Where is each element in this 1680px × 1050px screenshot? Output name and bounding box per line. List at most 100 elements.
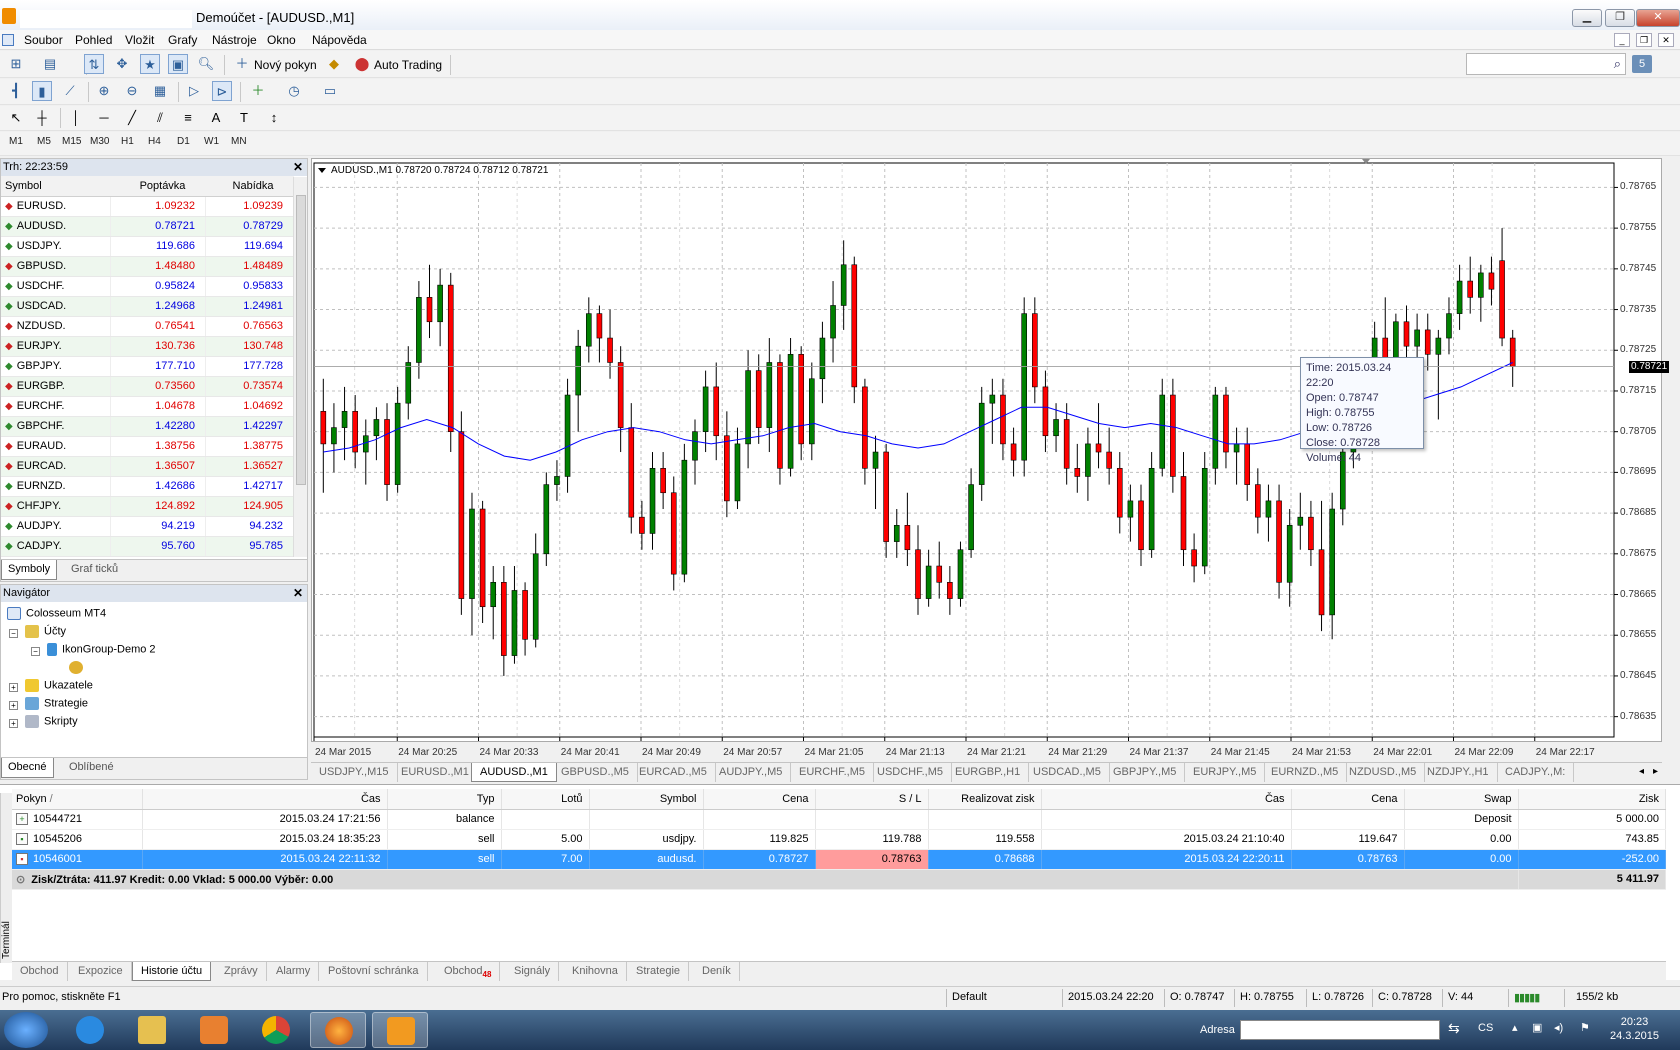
period-m1[interactable]: M1 xyxy=(9,136,23,147)
new-order-button[interactable]: Nový pokyn xyxy=(254,58,317,72)
menu-insert[interactable]: Vložit xyxy=(125,33,154,47)
market-watch-row[interactable]: ◆ EURUSD. 1.09232 1.09239 xyxy=(1,196,295,217)
auto-trading-button[interactable]: Auto Trading xyxy=(374,58,442,72)
col-order[interactable]: Pokyn / xyxy=(12,789,143,810)
tray-up-icon[interactable]: ▴ xyxy=(1512,1021,1518,1034)
col-lots[interactable]: Lotů xyxy=(501,789,590,810)
chart-tab[interactable]: USDCAD.,M5 xyxy=(1025,763,1110,782)
candlestick-chart-icon[interactable]: ▮ xyxy=(32,81,52,101)
market-watch-row[interactable]: ◆ USDCAD. 1.24968 1.24981 xyxy=(1,296,295,317)
chart-tab[interactable]: GBPJPY.,M5 xyxy=(1105,763,1186,782)
col-price[interactable]: Cena xyxy=(703,789,816,810)
col-close-price[interactable]: Cena xyxy=(1291,789,1405,810)
chart-tab[interactable]: EURUSD.,M1 xyxy=(393,763,478,782)
templates-icon[interactable]: ▭ xyxy=(320,81,340,101)
tab-symbols[interactable]: Symboly xyxy=(1,560,58,580)
chart-tab[interactable]: EURGBP.,H1 xyxy=(947,763,1030,782)
bar-chart-icon[interactable]: ┫ xyxy=(6,81,26,101)
period-m30[interactable]: M30 xyxy=(90,136,109,147)
terminal-tab[interactable]: Strategie xyxy=(628,962,690,981)
connection-bars-icon[interactable]: ▮▮▮▮▮ xyxy=(1514,991,1540,1004)
period-h4[interactable]: H4 xyxy=(148,136,161,147)
terminal-tab[interactable]: Zprávy xyxy=(216,962,267,981)
horizontal-line-icon[interactable]: ─ xyxy=(94,108,114,128)
mdi-close-button[interactable]: ✕ xyxy=(1658,33,1674,47)
chart-tab[interactable]: GBPUSD.,M5 xyxy=(553,763,638,782)
col-sl[interactable]: S / L xyxy=(815,789,929,810)
new-chart-icon[interactable]: ⊞ xyxy=(6,54,26,74)
period-d1[interactable]: D1 xyxy=(177,136,190,147)
market-watch-row[interactable]: ◆ EURAUD. 1.38756 1.38775 xyxy=(1,436,295,457)
close-icon[interactable]: ✕ xyxy=(293,586,303,600)
chart-tab[interactable]: NZDUSD.,M5 xyxy=(1341,763,1426,782)
chart-tab[interactable]: EURCHF.,M5 xyxy=(791,763,875,782)
crosshair-icon[interactable]: ┼ xyxy=(32,108,52,128)
menu-charts[interactable]: Grafy xyxy=(168,33,197,47)
taskbar-chrome[interactable] xyxy=(248,1012,304,1048)
search-input[interactable]: ⌕ xyxy=(1466,53,1626,75)
tree-accounts[interactable]: Účty xyxy=(25,625,66,638)
chart-tab[interactable]: USDJPY.,M15 xyxy=(311,763,398,782)
market-watch-row[interactable]: ◆ GBPJPY. 177.710 177.728 xyxy=(1,356,295,377)
tab-favorites[interactable]: Oblíbené xyxy=(63,758,120,778)
market-watch-row[interactable]: ◆ CHFJPY. 124.892 124.905 xyxy=(1,496,295,517)
data-window-icon[interactable]: ✥ xyxy=(112,54,132,74)
market-watch-row[interactable]: ◆ CADJPY. 95.760 95.785 xyxy=(1,536,295,557)
period-m5[interactable]: M5 xyxy=(37,136,51,147)
chart-tab[interactable]: AUDJPY.,M5 xyxy=(711,763,792,782)
tree-scripts[interactable]: Skripty xyxy=(25,715,78,728)
tab-scroll-right-icon[interactable]: ▸ xyxy=(1653,766,1658,777)
new-order-icon[interactable]: ＋ xyxy=(232,54,252,74)
menu-file[interactable]: Soubor xyxy=(24,33,63,47)
terminal-tab[interactable]: Alarmy xyxy=(268,962,320,981)
trendline-icon[interactable]: ╱ xyxy=(122,108,142,128)
market-watch-row[interactable]: ◆ EURCAD. 1.36507 1.36527 xyxy=(1,456,295,477)
chart-shift-icon[interactable]: ⊳ xyxy=(212,81,232,101)
tray-volume-icon[interactable]: ◂) xyxy=(1554,1021,1563,1034)
system-clock[interactable]: 20:23 24.3.2015 xyxy=(1610,1015,1659,1043)
chart-tab[interactable]: EURJPY.,M5 xyxy=(1185,763,1266,782)
metaeditor-icon[interactable]: ◆ xyxy=(324,54,344,74)
market-watch-row[interactable]: ◆ AUDUSD. 0.78721 0.78729 xyxy=(1,216,295,237)
address-input[interactable] xyxy=(1240,1020,1440,1040)
menu-view[interactable]: Pohled xyxy=(75,33,112,47)
text-icon[interactable]: A xyxy=(206,108,226,128)
document-icon[interactable] xyxy=(2,34,14,46)
terminal-tab[interactable]: Deník xyxy=(694,962,740,981)
terminal-tab[interactable]: Poštovní schránka xyxy=(320,962,428,981)
terminal-tab[interactable]: Obchod48 xyxy=(436,962,501,981)
tray-flag-icon[interactable]: ⚑ xyxy=(1580,1021,1590,1034)
terminal-toggle-icon[interactable]: ▣ xyxy=(168,54,188,74)
line-chart-icon[interactable]: ⟋ xyxy=(60,81,80,101)
period-mn[interactable]: MN xyxy=(231,136,247,147)
fibonacci-icon[interactable]: ≡ xyxy=(178,108,198,128)
language-indicator[interactable]: CS xyxy=(1478,1022,1493,1034)
arrows-icon[interactable]: ↕ xyxy=(264,108,284,128)
zoom-in-icon[interactable]: ⊕ xyxy=(94,81,114,101)
chart-menu-icon[interactable] xyxy=(318,167,326,173)
taskbar-firefox[interactable] xyxy=(310,1012,366,1048)
col-close-time[interactable]: Čas xyxy=(1041,789,1292,810)
col-tp[interactable]: Realizovat zisk xyxy=(928,789,1042,810)
market-watch-row[interactable]: ◆ GBPUSD. 1.48480 1.48489 xyxy=(1,256,295,277)
market-watch-row[interactable]: ◆ GBPCHF. 1.42280 1.42297 xyxy=(1,416,295,437)
expand-icon[interactable]: + xyxy=(9,701,18,710)
auto-scroll-icon[interactable]: ▷ xyxy=(184,81,204,101)
period-m15[interactable]: M15 xyxy=(62,136,81,147)
tray-network-icon[interactable]: ▣ xyxy=(1532,1021,1542,1034)
col-symbol[interactable]: Symbol xyxy=(589,789,704,810)
market-watch-row[interactable]: ◆ EURJPY. 130.736 130.748 xyxy=(1,336,295,357)
menu-window[interactable]: Okno xyxy=(267,33,296,47)
col-swap[interactable]: Swap xyxy=(1404,789,1519,810)
start-button[interactable] xyxy=(4,1012,48,1048)
mailbox-count-badge[interactable]: 5 xyxy=(1632,55,1652,73)
terminal-tab[interactable]: Expozice xyxy=(70,962,132,981)
menu-help[interactable]: Nápověda xyxy=(312,33,367,47)
history-row[interactable]: +10544721 2015.03.24 17:21:56 balance Depos… xyxy=(12,809,1666,830)
chart-tab[interactable]: NZDJPY.,H1 xyxy=(1419,763,1498,782)
mdi-minimize-button[interactable]: _ xyxy=(1614,33,1630,47)
chart-tab[interactable]: AUDUSD.,M1 xyxy=(471,763,557,782)
terminal-tab[interactable]: Obchod xyxy=(12,962,68,981)
terminal-tab[interactable]: Knihovna xyxy=(564,962,627,981)
indicators-icon[interactable]: ＋ xyxy=(248,81,268,101)
